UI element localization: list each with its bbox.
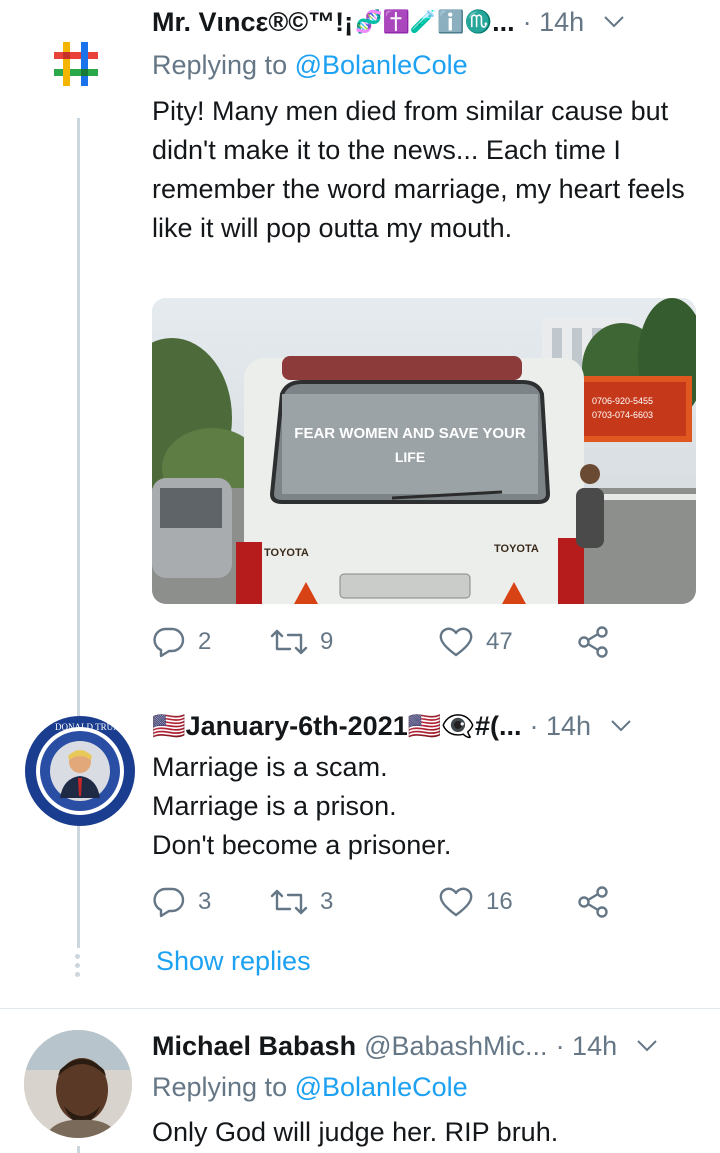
author-name-ellipsis: ... — [492, 6, 515, 37]
like-count: 47 — [486, 628, 513, 655]
brand-left: TOYOTA — [264, 547, 309, 559]
retweet-icon — [270, 889, 308, 915]
reply-count: 2 — [198, 628, 212, 655]
chevron-down-icon[interactable] — [602, 10, 626, 34]
chevron-down-icon[interactable] — [609, 714, 633, 738]
reply-count: 3 — [198, 888, 212, 915]
author-name-emoji: 🧬✝️🧪ℹ️♏ — [355, 9, 493, 34]
tweet-1-header: Mr. Vιncε®©™!¡ 🧬✝️🧪ℹ️♏ ... · 14h — [152, 2, 700, 42]
author-name[interactable]: 🇺🇸January-6th-2021🇺🇸👁‍🗨#(... — [152, 710, 521, 742]
retweet-button[interactable]: 9 — [270, 622, 333, 662]
tweet-text: Only God will judge her. RIP bruh. — [152, 1117, 559, 1147]
author-name[interactable]: Mr. Vιncε®©™!¡ — [152, 7, 353, 38]
reply-button[interactable]: 3 — [152, 882, 211, 922]
reply-icon — [153, 887, 185, 918]
share-icon — [578, 886, 608, 918]
retweet-count: 3 — [320, 888, 334, 915]
like-icon — [439, 887, 473, 917]
sign-line-2: LIFE — [395, 449, 425, 465]
thread-dot — [75, 972, 80, 977]
avatar[interactable] — [24, 1030, 132, 1138]
share-icon — [578, 626, 608, 658]
brand-right: TOYOTA — [494, 543, 539, 555]
retweet-icon — [270, 629, 308, 655]
share-button[interactable] — [576, 622, 610, 662]
replying-label: Replying to — [152, 1072, 288, 1102]
billboard-line-2: 0703-074-6603 — [592, 410, 653, 420]
reply-icon — [153, 627, 185, 658]
thread-dot — [75, 954, 80, 959]
tweet-photo[interactable]: 0706-920-5455 0703-074-6603 FEAR WOMEN A… — [152, 298, 696, 604]
replying-to: Replying to @BolanleCole — [152, 1072, 468, 1103]
author-handle[interactable]: @BabashMic... — [364, 1031, 547, 1062]
replying-label: Replying to — [152, 50, 288, 80]
sign-line-1: FEAR WOMEN AND SAVE YOUR — [294, 425, 526, 442]
like-button[interactable]: 47 — [438, 622, 513, 662]
divider — [0, 1008, 720, 1009]
hashtag-avatar-icon[interactable] — [48, 36, 104, 92]
retweet-button[interactable]: 3 — [270, 882, 333, 922]
like-count: 16 — [486, 888, 513, 915]
avatar-ring-text: DONALD TRUMP — [55, 722, 126, 732]
tweet-text: Pity! Many men died from similar cause b… — [152, 96, 685, 243]
like-button[interactable]: 16 — [438, 882, 513, 922]
avatar[interactable]: DONALD TRUMP — [25, 716, 135, 826]
tweet-1-actions: 2 9 47 — [152, 622, 632, 662]
thread-dot — [75, 963, 80, 968]
billboard-line-1: 0706-920-5455 — [592, 396, 653, 406]
chevron-down-icon[interactable] — [635, 1034, 659, 1058]
replying-mention-link[interactable]: @BolanleCole — [295, 1072, 468, 1102]
thread-line-bottom — [77, 1146, 80, 1153]
timestamp[interactable]: · 14h — [529, 711, 591, 742]
author-name[interactable]: Michael Babash — [152, 1031, 356, 1062]
timestamp[interactable]: · 14h — [523, 7, 585, 38]
tweet-text: Marriage is a scam. Marriage is a prison… — [152, 752, 452, 860]
timestamp[interactable]: · 14h — [556, 1031, 618, 1062]
show-replies-link[interactable]: Show replies — [156, 946, 311, 977]
tweet-2-actions: 3 3 16 — [152, 882, 632, 922]
retweet-count: 9 — [320, 628, 334, 655]
like-icon — [439, 627, 473, 657]
replying-to: Replying to @BolanleCole — [152, 50, 468, 81]
reply-button[interactable]: 2 — [152, 622, 211, 662]
replying-mention-link[interactable]: @BolanleCole — [295, 50, 468, 80]
tweet-3-header: Michael Babash @BabashMic... · 14h — [152, 1026, 700, 1066]
tweet-2-header: 🇺🇸January-6th-2021🇺🇸👁‍🗨#(... · 14h — [152, 706, 700, 746]
share-button[interactable] — [576, 882, 610, 922]
